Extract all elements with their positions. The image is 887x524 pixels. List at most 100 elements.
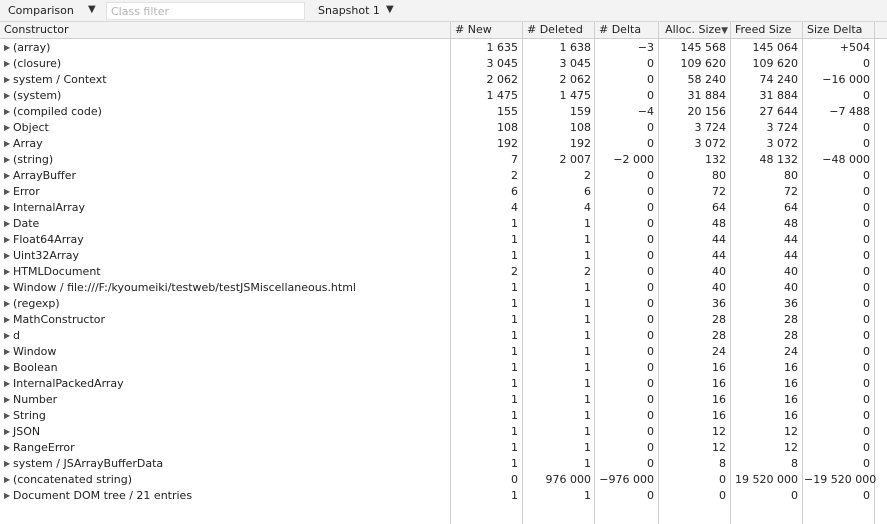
expand-triangle-icon[interactable]: ▶ <box>4 456 10 472</box>
cell-delta: 0 <box>647 361 654 374</box>
column-header-deleted[interactable]: # Deleted <box>527 22 583 38</box>
table-header: Constructor # New # Deleted # Delta Allo… <box>0 22 887 39</box>
cell-freed: 16 <box>784 377 798 390</box>
cell-alloc: 16 <box>712 361 726 374</box>
table-row[interactable]: ▶ Float64Array 1 1 0 44 44 0 <box>0 232 887 248</box>
cell-size-delta: 0 <box>863 425 870 438</box>
cell-delta: 0 <box>647 169 654 182</box>
table-row[interactable]: ▶ (compiled code) 155 159 −4 20 156 27 644 −7 4… <box>0 104 887 120</box>
table-row[interactable]: ▶ Uint32Array 1 1 0 44 44 0 <box>0 248 887 264</box>
expand-triangle-icon[interactable]: ▶ <box>4 408 10 424</box>
table-row[interactable]: ▶ (system) 1 475 1 475 0 31 884 31 884 0 <box>0 88 887 104</box>
column-header-size-delta[interactable]: Size Delta <box>807 22 862 38</box>
cell-size-delta: 0 <box>863 441 870 454</box>
table-row[interactable]: ▶ HTMLDocument 2 2 0 40 40 0 <box>0 264 887 280</box>
expand-triangle-icon[interactable]: ▶ <box>4 88 10 104</box>
expand-triangle-icon[interactable]: ▶ <box>4 296 10 312</box>
cell-freed: 19 520 000 <box>735 473 798 486</box>
column-header-new[interactable]: # New <box>455 22 492 38</box>
cell-alloc: 109 620 <box>680 57 727 70</box>
table-row[interactable]: ▶ String 1 1 0 16 16 0 <box>0 408 887 424</box>
expand-triangle-icon[interactable]: ▶ <box>4 280 10 296</box>
class-filter-input[interactable] <box>106 2 305 20</box>
table-row[interactable]: ▶ system / Context 2 062 2 062 0 58 240 74 240… <box>0 72 887 88</box>
expand-triangle-icon[interactable]: ▶ <box>4 488 10 504</box>
cell-freed: 16 <box>784 393 798 406</box>
expand-triangle-icon[interactable]: ▶ <box>4 424 10 440</box>
cell-new: 155 <box>497 105 518 118</box>
column-header-delta[interactable]: # Delta <box>599 22 641 38</box>
table-row[interactable]: ▶ Number 1 1 0 16 16 0 <box>0 392 887 408</box>
expand-triangle-icon[interactable]: ▶ <box>4 40 10 56</box>
constructor-name: (regexp) <box>13 297 60 310</box>
cell-new: 1 <box>511 329 518 342</box>
table-row[interactable]: ▶ ArrayBuffer 2 2 0 80 80 0 <box>0 168 887 184</box>
column-header-alloc-size[interactable]: Alloc. Size▼ <box>662 22 728 38</box>
table-row[interactable]: ▶ JSON 1 1 0 12 12 0 <box>0 424 887 440</box>
cell-deleted: 1 <box>584 409 591 422</box>
constructor-name: InternalPackedArray <box>13 377 124 390</box>
cell-alloc: 20 156 <box>687 105 727 118</box>
cell-size-delta: 0 <box>863 249 870 262</box>
cell-deleted: 1 <box>584 489 591 502</box>
table-row[interactable]: ▶ Document DOM tree / 21 entries 1 1 0 0 0 0 <box>0 488 887 504</box>
cell-freed: 40 <box>784 265 798 278</box>
expand-triangle-icon[interactable]: ▶ <box>4 328 10 344</box>
expand-triangle-icon[interactable]: ▶ <box>4 120 10 136</box>
cell-deleted: 1 475 <box>559 89 592 102</box>
table-row[interactable]: ▶ (concatenated string) 0 976 000 −976 000 0 1… <box>0 472 887 488</box>
table-row[interactable]: ▶ Array 192 192 0 3 072 3 072 0 <box>0 136 887 152</box>
expand-triangle-icon[interactable]: ▶ <box>4 232 10 248</box>
view-mode-chevron-down-icon[interactable]: ▼ <box>88 4 96 15</box>
expand-triangle-icon[interactable]: ▶ <box>4 264 10 280</box>
expand-triangle-icon[interactable]: ▶ <box>4 216 10 232</box>
cell-new: 1 635 <box>486 41 519 54</box>
table-row[interactable]: ▶ (regexp) 1 1 0 36 36 0 <box>0 296 887 312</box>
cell-size-delta: 0 <box>863 297 870 310</box>
expand-triangle-icon[interactable]: ▶ <box>4 344 10 360</box>
cell-new: 1 <box>511 457 518 470</box>
cell-delta: 0 <box>647 393 654 406</box>
column-header-freed-size[interactable]: Freed Size <box>735 22 791 38</box>
table-row[interactable]: ▶ (closure) 3 045 3 045 0 109 620 109 620 0 <box>0 56 887 72</box>
cell-freed: 72 <box>784 185 798 198</box>
expand-triangle-icon[interactable]: ▶ <box>4 248 10 264</box>
table-row[interactable]: ▶ InternalPackedArray 1 1 0 16 16 0 <box>0 376 887 392</box>
expand-triangle-icon[interactable]: ▶ <box>4 184 10 200</box>
constructor-name: RangeError <box>13 441 75 454</box>
view-mode-select[interactable]: Comparison <box>8 4 74 17</box>
expand-triangle-icon[interactable]: ▶ <box>4 200 10 216</box>
expand-triangle-icon[interactable]: ▶ <box>4 104 10 120</box>
table-row[interactable]: ▶ InternalArray 4 4 0 64 64 0 <box>0 200 887 216</box>
table-row[interactable]: ▶ Boolean 1 1 0 16 16 0 <box>0 360 887 376</box>
expand-triangle-icon[interactable]: ▶ <box>4 168 10 184</box>
table-row[interactable]: ▶ Error 6 6 0 72 72 0 <box>0 184 887 200</box>
column-header-constructor[interactable]: Constructor <box>4 22 69 38</box>
table-row[interactable]: ▶ d 1 1 0 28 28 0 <box>0 328 887 344</box>
expand-triangle-icon[interactable]: ▶ <box>4 56 10 72</box>
snapshot-chevron-down-icon[interactable]: ▼ <box>386 4 394 15</box>
table-row[interactable]: ▶ Window / file:///F:/kyoumeiki/testweb/t… <box>0 280 887 296</box>
expand-triangle-icon[interactable]: ▶ <box>4 136 10 152</box>
cell-freed: 16 <box>784 361 798 374</box>
expand-triangle-icon[interactable]: ▶ <box>4 472 10 488</box>
expand-triangle-icon[interactable]: ▶ <box>4 72 10 88</box>
expand-triangle-icon[interactable]: ▶ <box>4 392 10 408</box>
table-row[interactable]: ▶ MathConstructor 1 1 0 28 28 0 <box>0 312 887 328</box>
expand-triangle-icon[interactable]: ▶ <box>4 152 10 168</box>
cell-size-delta: 0 <box>863 393 870 406</box>
cell-delta: 0 <box>647 281 654 294</box>
snapshot-select[interactable]: Snapshot 1 <box>318 4 380 17</box>
table-row[interactable]: ▶ system / JSArrayBufferData 1 1 0 8 8 0 <box>0 456 887 472</box>
expand-triangle-icon[interactable]: ▶ <box>4 312 10 328</box>
table-row[interactable]: ▶ Date 1 1 0 48 48 0 <box>0 216 887 232</box>
table-row[interactable]: ▶ (array) 1 635 1 638 −3 145 568 145 064 +504 <box>0 40 887 56</box>
table-row[interactable]: ▶ Object 108 108 0 3 724 3 724 0 <box>0 120 887 136</box>
expand-triangle-icon[interactable]: ▶ <box>4 440 10 456</box>
cell-deleted: 2 <box>584 265 591 278</box>
expand-triangle-icon[interactable]: ▶ <box>4 360 10 376</box>
table-row[interactable]: ▶ RangeError 1 1 0 12 12 0 <box>0 440 887 456</box>
table-row[interactable]: ▶ Window 1 1 0 24 24 0 <box>0 344 887 360</box>
expand-triangle-icon[interactable]: ▶ <box>4 376 10 392</box>
table-row[interactable]: ▶ (string) 7 2 007 −2 000 132 48 132 −48 000 <box>0 152 887 168</box>
